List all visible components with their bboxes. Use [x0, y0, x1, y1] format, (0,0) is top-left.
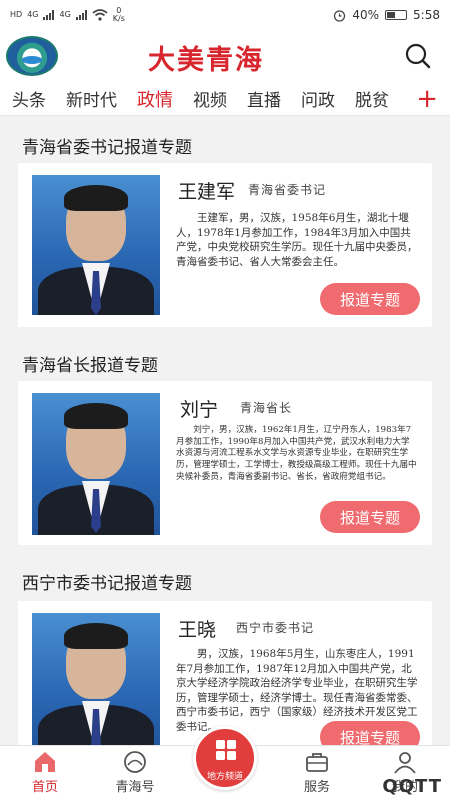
person-name: 王晓 [178, 619, 217, 641]
app-logo[interactable] [6, 36, 58, 76]
local-channel-label: 地方频道 [206, 772, 243, 782]
profile-card[interactable]: 王晓 西宁市委书记 男，汉族，1968年5月生，山东枣庄人，1991年7月参加工… [18, 601, 432, 745]
clock: 5:58 [413, 8, 440, 22]
person-post: 青海省长 [240, 401, 293, 415]
nav-home-label: 首页 [31, 780, 58, 795]
section-title: 青海省委书记报道专题 [22, 138, 192, 158]
nav-service-label: 服务 [303, 780, 330, 795]
battery-percent: 40% [352, 8, 380, 22]
battery-icon [385, 10, 408, 20]
wifi-icon [92, 9, 108, 21]
nav-qinghai-hao-label: 青海号 [115, 780, 155, 795]
report-topic-button[interactable]: 报道专题 [320, 501, 420, 533]
nav-qinghai-hao[interactable]: 青海号 [100, 750, 170, 795]
app-header: 大美青海 [0, 30, 450, 82]
nav-home[interactable]: 首页 [10, 750, 80, 795]
person-post: 西宁市委书记 [236, 621, 315, 635]
tab-tuopin[interactable]: 脱贫 [355, 86, 389, 111]
add-channel-icon[interactable]: + [410, 82, 438, 115]
portrait-photo [32, 393, 160, 535]
content-feed[interactable]: 青海省委书记报道专题 王建军 青海省委书记 王建军，男，汉族，1958年6月生，… [0, 117, 450, 745]
profile-card[interactable]: 王建军 青海省委书记 王建军，男，汉族，1958年6月生，湖北十堰人，1978年… [18, 163, 432, 327]
section-title: 西宁市委书记报道专题 [22, 574, 192, 594]
grid-icon [216, 740, 236, 760]
channel-tabs: 头条 新时代 政情 视频 直播 问政 脱贫 + [0, 82, 450, 116]
tab-toutiao[interactable]: 头条 [12, 86, 46, 111]
status-bar: HD 4G 4G 0 K/s 40% 5:58 [0, 0, 450, 30]
portrait-photo [32, 175, 160, 315]
report-topic-button[interactable]: 报道专题 [320, 283, 420, 315]
signal-icon-2 [75, 10, 87, 20]
hd-label: HD [10, 10, 23, 19]
qinghai-hao-icon [124, 751, 146, 773]
user-icon [394, 752, 416, 774]
search-icon[interactable] [404, 42, 432, 70]
tab-zhengqing[interactable]: 政情 [137, 86, 173, 112]
network-4g-label-2: 4G [59, 10, 71, 19]
signal-icon [43, 10, 55, 20]
tab-new-era[interactable]: 新时代 [66, 86, 117, 111]
section-title: 青海省长报道专题 [22, 356, 158, 376]
tab-live[interactable]: 直播 [247, 86, 281, 111]
person-name: 王建军 [178, 181, 236, 203]
tab-wenzheng[interactable]: 问政 [301, 86, 335, 111]
person-name: 刘宁 [180, 399, 219, 421]
home-icon [35, 752, 55, 772]
tab-video[interactable]: 视频 [193, 86, 227, 111]
person-bio: 刘宁，男，汉族，1962年1月生，辽宁丹东人，1983年7月参加工作，1990年… [176, 425, 417, 482]
local-channel-button[interactable]: 地方频道 [193, 726, 257, 790]
briefcase-icon [306, 753, 328, 772]
network-4g-label: 4G [27, 10, 39, 19]
portrait-photo [32, 613, 160, 745]
bottom-navigation: 首页 青海号 地方频道 服务 我的 QQTT [0, 726, 450, 800]
net-speed-unit: K/s [112, 14, 125, 23]
person-post: 青海省委书记 [248, 183, 327, 197]
profile-card[interactable]: 刘宁 青海省长 刘宁，男，汉族，1962年1月生，辽宁丹东人，1983年7月参加… [18, 381, 432, 545]
alarm-icon [334, 9, 346, 22]
report-topic-button[interactable]: 报道专题 [320, 721, 420, 745]
nav-service[interactable]: 服务 [282, 750, 352, 795]
watermark-text: QQTT [382, 776, 442, 797]
person-bio: 王建军，男，汉族，1958年6月生，湖北十堰人，1978年1月参加工作，1984… [176, 212, 418, 268]
brand-title: 大美青海 [148, 45, 264, 76]
